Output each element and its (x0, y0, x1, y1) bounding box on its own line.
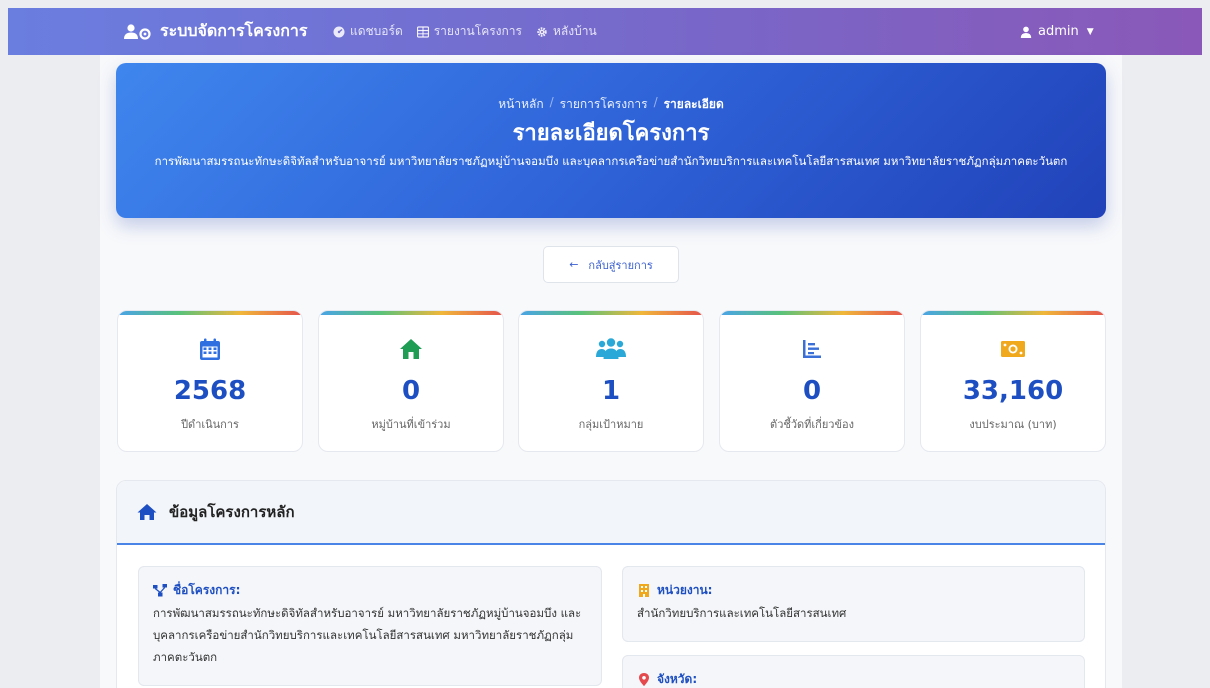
table-icon (416, 25, 429, 38)
page-title: รายละเอียดโครงการ (512, 121, 710, 146)
user-menu[interactable]: admin ▼ (1020, 8, 1094, 55)
brand-title: ระบบจัดการโครงการ (160, 21, 308, 40)
back-button-label: กลับสู่รายการ (588, 258, 653, 272)
breadcrumb-home[interactable]: หน้าหลัก (498, 95, 543, 114)
agency-box: หน่วยงาน: สำนักวิทยบริการและเทคโนโลยีสาร… (622, 566, 1085, 642)
building-icon (639, 584, 649, 597)
brand[interactable]: ระบบจัดการโครงการ (124, 8, 308, 55)
users-cog-icon (124, 23, 151, 40)
stat-value: 33,160 (962, 376, 1064, 406)
project-name-label: ชื่อโครงการ: (173, 583, 241, 597)
nav-item-reports-label: รายงานโครงการ (433, 24, 522, 38)
card-accent-bar (319, 311, 503, 315)
stat-card-year: 2568 ปีดำเนินการ (117, 310, 303, 452)
arrow-left-icon: ← (569, 258, 579, 271)
main-info-panel: ข้อมูลโครงการหลัก ชื่อโครงการ: การพัฒนาส… (116, 480, 1106, 688)
money-icon (1001, 341, 1025, 357)
chart-list-icon (803, 340, 821, 358)
home-icon (137, 504, 157, 520)
panel-header: ข้อมูลโครงการหลัก (117, 481, 1105, 545)
stat-value: 1 (601, 376, 621, 406)
nav-item-dashboard-label: แดชบอร์ด (350, 24, 403, 38)
nav-menu: แดชบอร์ด รายงานโครงการ หลังบ้าน (333, 8, 597, 55)
stat-card-target-groups: 1 กลุ่มเป้าหมาย (518, 310, 704, 452)
users-icon (596, 338, 626, 359)
user-icon (1020, 26, 1032, 38)
breadcrumb-current: รายละเอียด (663, 97, 724, 111)
home-icon (400, 339, 422, 359)
stat-label: ปีดำเนินการ (181, 418, 239, 431)
province-box: จังหวัด: (622, 655, 1085, 688)
agency-label: หน่วยงาน: (657, 583, 713, 597)
breadcrumb-projects[interactable]: รายการโครงการ (560, 95, 648, 114)
stat-card-indicators: 0 ตัวชี้วัดที่เกี่ยวข้อง (719, 310, 905, 452)
sitemap-icon (153, 584, 167, 597)
stat-card-villages: 0 หมู่บ้านที่เข้าร่วม (318, 310, 504, 452)
username: admin (1038, 24, 1079, 39)
stat-card-budget: 33,160 งบประมาณ (บาท) (920, 310, 1106, 452)
calendar-icon (200, 338, 220, 360)
project-name-box: ชื่อโครงการ: การพัฒนาสมรรถนะทักษะดิจิทัล… (138, 566, 602, 686)
card-accent-bar (118, 311, 302, 315)
card-accent-bar (921, 311, 1105, 315)
province-label: จังหวัด: (657, 672, 698, 686)
agency-value: สำนักวิทยบริการและเทคโนโลยีสารสนเทศ (637, 606, 847, 620)
project-name-value: การพัฒนาสมรรถนะทักษะดิจิทัลสำหรับอาจารย์… (153, 606, 582, 664)
page-header: หน้าหลัก / รายการโครงการ / รายละเอียด รา… (116, 63, 1106, 218)
page-subtitle: การพัฒนาสมรรถนะทักษะดิจิทัลสำหรับอาจารย์… (154, 154, 1068, 168)
nav-item-backend[interactable]: หลังบ้าน (536, 22, 597, 41)
gear-icon (537, 26, 547, 37)
dashboard-icon (333, 26, 345, 37)
breadcrumb: หน้าหลัก / รายการโครงการ / รายละเอียด (116, 95, 1106, 114)
breadcrumb-separator: / (549, 95, 554, 109)
stat-label: ตัวชี้วัดที่เกี่ยวข้อง (770, 418, 854, 431)
panel-title: ข้อมูลโครงการหลัก (169, 503, 295, 521)
nav-item-dashboard[interactable]: แดชบอร์ด (333, 22, 403, 41)
chevron-down-icon: ▼ (1086, 26, 1094, 37)
stat-value: 2568 (173, 376, 247, 406)
card-accent-bar (519, 311, 703, 315)
top-navbar: ระบบจัดการโครงการ แดชบอร์ด รายงานโครงการ (8, 8, 1202, 55)
stat-label: หมู่บ้านที่เข้าร่วม (371, 418, 451, 431)
stat-label: งบประมาณ (บาท) (969, 418, 1057, 431)
breadcrumb-separator: / (653, 95, 658, 109)
map-marker-icon (639, 673, 649, 686)
back-to-list-button[interactable]: ← กลับสู่รายการ (543, 246, 679, 283)
nav-item-reports[interactable]: รายงานโครงการ (416, 22, 522, 41)
stat-value: 0 (401, 376, 421, 406)
nav-item-backend-label: หลังบ้าน (552, 24, 597, 38)
stat-label: กลุ่มเป้าหมาย (578, 418, 644, 431)
stat-value: 0 (802, 376, 822, 406)
card-accent-bar (720, 311, 904, 315)
